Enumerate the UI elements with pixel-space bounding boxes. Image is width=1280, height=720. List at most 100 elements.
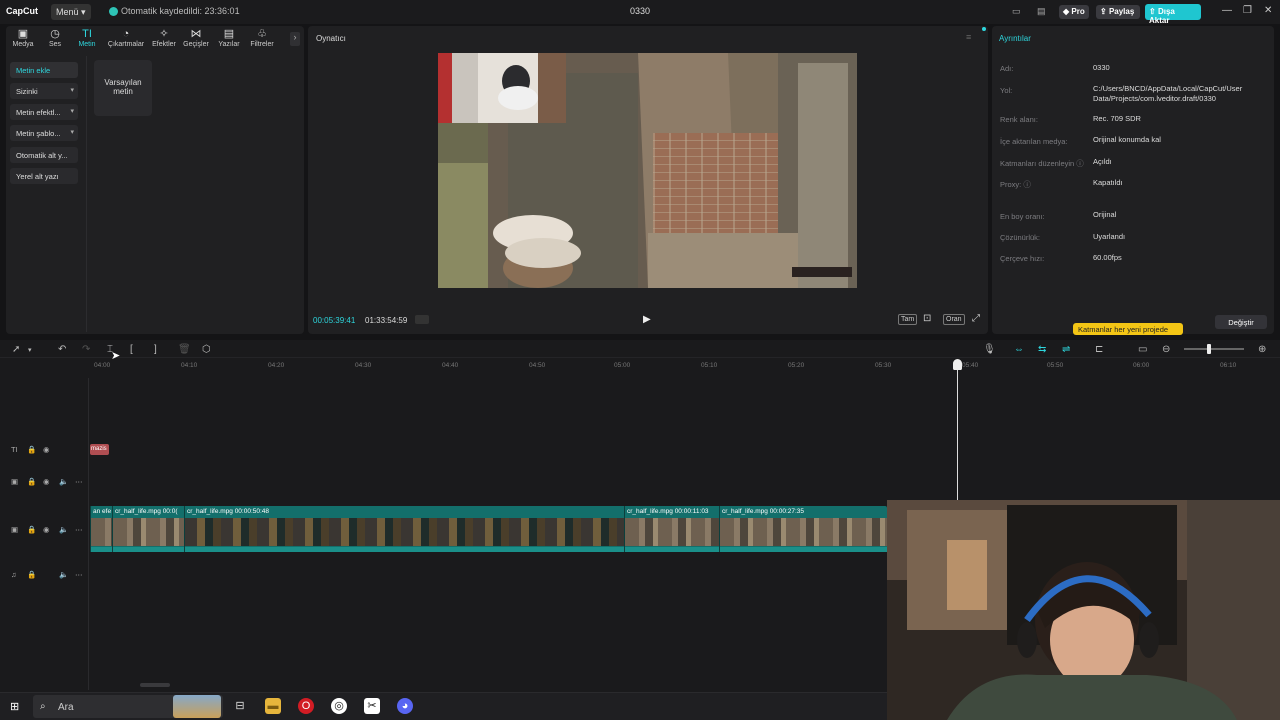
tab-filters[interactable]: ♧ Filtreler	[245, 28, 279, 54]
text-yours-item[interactable]: Sizinki ▾	[10, 83, 78, 99]
clip-label: an efe	[93, 508, 112, 515]
text-icon: TI	[82, 28, 92, 40]
thumbnail-icon[interactable]: ▭	[1138, 344, 1147, 355]
fullscreen-quality-button[interactable]: Tam	[898, 314, 918, 325]
detail-value: Açıldı	[1093, 157, 1112, 166]
playhead-line[interactable]	[957, 360, 958, 500]
delete-icon[interactable]: 🗑	[178, 344, 191, 355]
default-text-card[interactable]: Varsayılan metin	[94, 60, 152, 116]
menu-lines-icon[interactable]: ≡	[966, 32, 971, 42]
preview-axis-icon[interactable]: ⊏	[1095, 344, 1103, 355]
zoom-in-icon[interactable]: ⊕	[1258, 344, 1266, 355]
export-button[interactable]: ⇧ Dışa Aktar	[1145, 4, 1201, 25]
tab-audio[interactable]: ◷ Ses	[38, 28, 72, 54]
lock-icon[interactable]: 🔒	[27, 445, 36, 454]
redo-icon[interactable]: ↷	[82, 344, 90, 355]
snapshot-icon[interactable]: ⊡	[923, 313, 931, 324]
lock-icon[interactable]: 🔒	[27, 525, 36, 534]
more-icon[interactable]: ⋯	[75, 525, 83, 534]
select-cursor-icon[interactable]: ➚	[12, 344, 20, 355]
tab-media[interactable]: ▣ Medya	[6, 28, 40, 54]
more-icon[interactable]: ⋯	[75, 477, 83, 486]
speaker-icon[interactable]: 🔈	[59, 570, 68, 579]
ruler-label: 04:00	[94, 362, 111, 369]
diamond-icon: ◆	[1063, 7, 1070, 16]
play-button[interactable]: ▶	[643, 314, 651, 325]
eye-icon[interactable]: ◉	[43, 445, 50, 454]
auto-captions-item[interactable]: Otomatik alt y...	[10, 147, 78, 163]
pro-button[interactable]: ◆ Pro	[1059, 5, 1089, 19]
detail-path-value: C:/Users/BNCD/AppData/Local/CapCut/User …	[1093, 84, 1243, 103]
video-clip[interactable]: an efe	[90, 506, 112, 552]
clip-audio-bar	[625, 547, 719, 552]
microphone-icon[interactable]: 🎙	[983, 344, 996, 355]
text-effects-item[interactable]: Metin efektl... ▾	[10, 104, 78, 120]
link-main-track-icon[interactable]: ⇔	[1014, 344, 1024, 355]
clip-thumbnails	[625, 518, 719, 546]
more-icon[interactable]: ⋯	[75, 570, 83, 579]
clip-label: cr_half_life.mpg 00:00:50:48	[187, 508, 270, 515]
close-button[interactable]: ✕	[1264, 5, 1272, 16]
tab-captions[interactable]: ▤ Yazılar	[212, 28, 246, 54]
video-clip[interactable]: cr_half_life.mpg 00:00:50:48	[184, 506, 624, 552]
speaker-icon[interactable]: 🔈	[59, 525, 68, 534]
video-clip[interactable]: cr_half_life.mpg 00:0(	[112, 506, 184, 552]
detail-value: Orijinal	[1093, 210, 1117, 219]
text-track-icon: TI	[11, 445, 18, 454]
ratio-button[interactable]: Oran	[943, 314, 965, 325]
windows-start-icon[interactable]: ⊞	[10, 700, 19, 713]
tab-label: Medya	[12, 41, 34, 48]
timeline-scrollbar[interactable]	[140, 683, 170, 687]
zoom-slider[interactable]	[1184, 348, 1244, 350]
chevron-right-icon[interactable]: ›	[290, 32, 300, 46]
video-preview[interactable]	[438, 53, 857, 288]
local-captions-item[interactable]: Yerel alt yazı	[10, 168, 78, 184]
video-clip[interactable]: cr_half_life.mpg 00:00:27:35	[719, 506, 887, 552]
undo-icon[interactable]: ↶	[58, 344, 66, 355]
zoom-out-icon[interactable]: ⊖	[1162, 344, 1170, 355]
detail-label: Çözünürlük:	[1000, 233, 1041, 242]
split-left-icon[interactable]: [	[130, 344, 133, 355]
minimize-button[interactable]: —	[1222, 5, 1232, 16]
chevron-down-icon[interactable]: ▾	[28, 346, 32, 354]
pro-label: Pro	[1071, 7, 1085, 16]
ruler-label: 04:30	[355, 362, 372, 369]
text-add-item[interactable]: Metin ekle	[10, 62, 78, 78]
change-button[interactable]: Değiştir	[1215, 315, 1267, 329]
shortcuts-icon[interactable]: ▤	[1037, 6, 1046, 17]
zoom-slider-handle[interactable]	[1207, 344, 1211, 354]
search-highlight-image[interactable]	[173, 695, 221, 718]
tab-transitions[interactable]: ⋈ Geçişler	[179, 28, 213, 54]
discord-icon[interactable]: ◕	[397, 698, 413, 714]
video-clip[interactable]: cr_half_life.mpg 00:00:11:03	[624, 506, 719, 552]
capcut-icon[interactable]: ✂	[364, 698, 380, 714]
split-right-icon[interactable]: ]	[154, 344, 157, 355]
detail-value: 0330	[1093, 63, 1110, 72]
marker-icon[interactable]: ⬡	[202, 344, 211, 355]
tab-stickers[interactable]: ◔ Çıkartmalar	[106, 28, 146, 54]
restore-button[interactable]: ❐	[1243, 5, 1252, 16]
eye-icon[interactable]: ◉	[43, 525, 50, 534]
text-clip[interactable]: mazis	[90, 444, 109, 455]
obs-icon[interactable]: ◎	[331, 698, 347, 714]
lock-icon[interactable]: 🔒	[27, 477, 36, 486]
timecode-toggle-icon[interactable]	[415, 315, 429, 324]
speaker-icon[interactable]: 🔈	[59, 477, 68, 486]
text-templates-item[interactable]: Metin şablo... ▾	[10, 125, 78, 141]
detail-label: En boy oranı:	[1000, 212, 1045, 221]
lock-icon[interactable]: 🔒	[27, 570, 36, 579]
opera-icon[interactable]: O	[298, 698, 314, 714]
magnet-icon[interactable]: ⇆	[1038, 344, 1046, 355]
clip-audio-bar	[720, 547, 887, 552]
fullscreen-icon[interactable]: ⤢	[972, 313, 980, 324]
task-view-icon[interactable]: ⊟	[232, 698, 248, 714]
layout-icon[interactable]: ▭	[1012, 6, 1021, 17]
tab-text[interactable]: TI Metin	[70, 28, 104, 54]
share-button[interactable]: ⇪ Paylaş	[1096, 5, 1140, 19]
eye-icon[interactable]: ◉	[43, 477, 50, 486]
playhead-handle[interactable]	[953, 359, 962, 370]
tab-effects[interactable]: ✧ Efektler	[147, 28, 181, 54]
file-explorer-icon[interactable]: ▬	[265, 698, 281, 714]
captions-icon: ▤	[223, 28, 235, 40]
link-icon[interactable]: ⇌	[1062, 344, 1070, 355]
